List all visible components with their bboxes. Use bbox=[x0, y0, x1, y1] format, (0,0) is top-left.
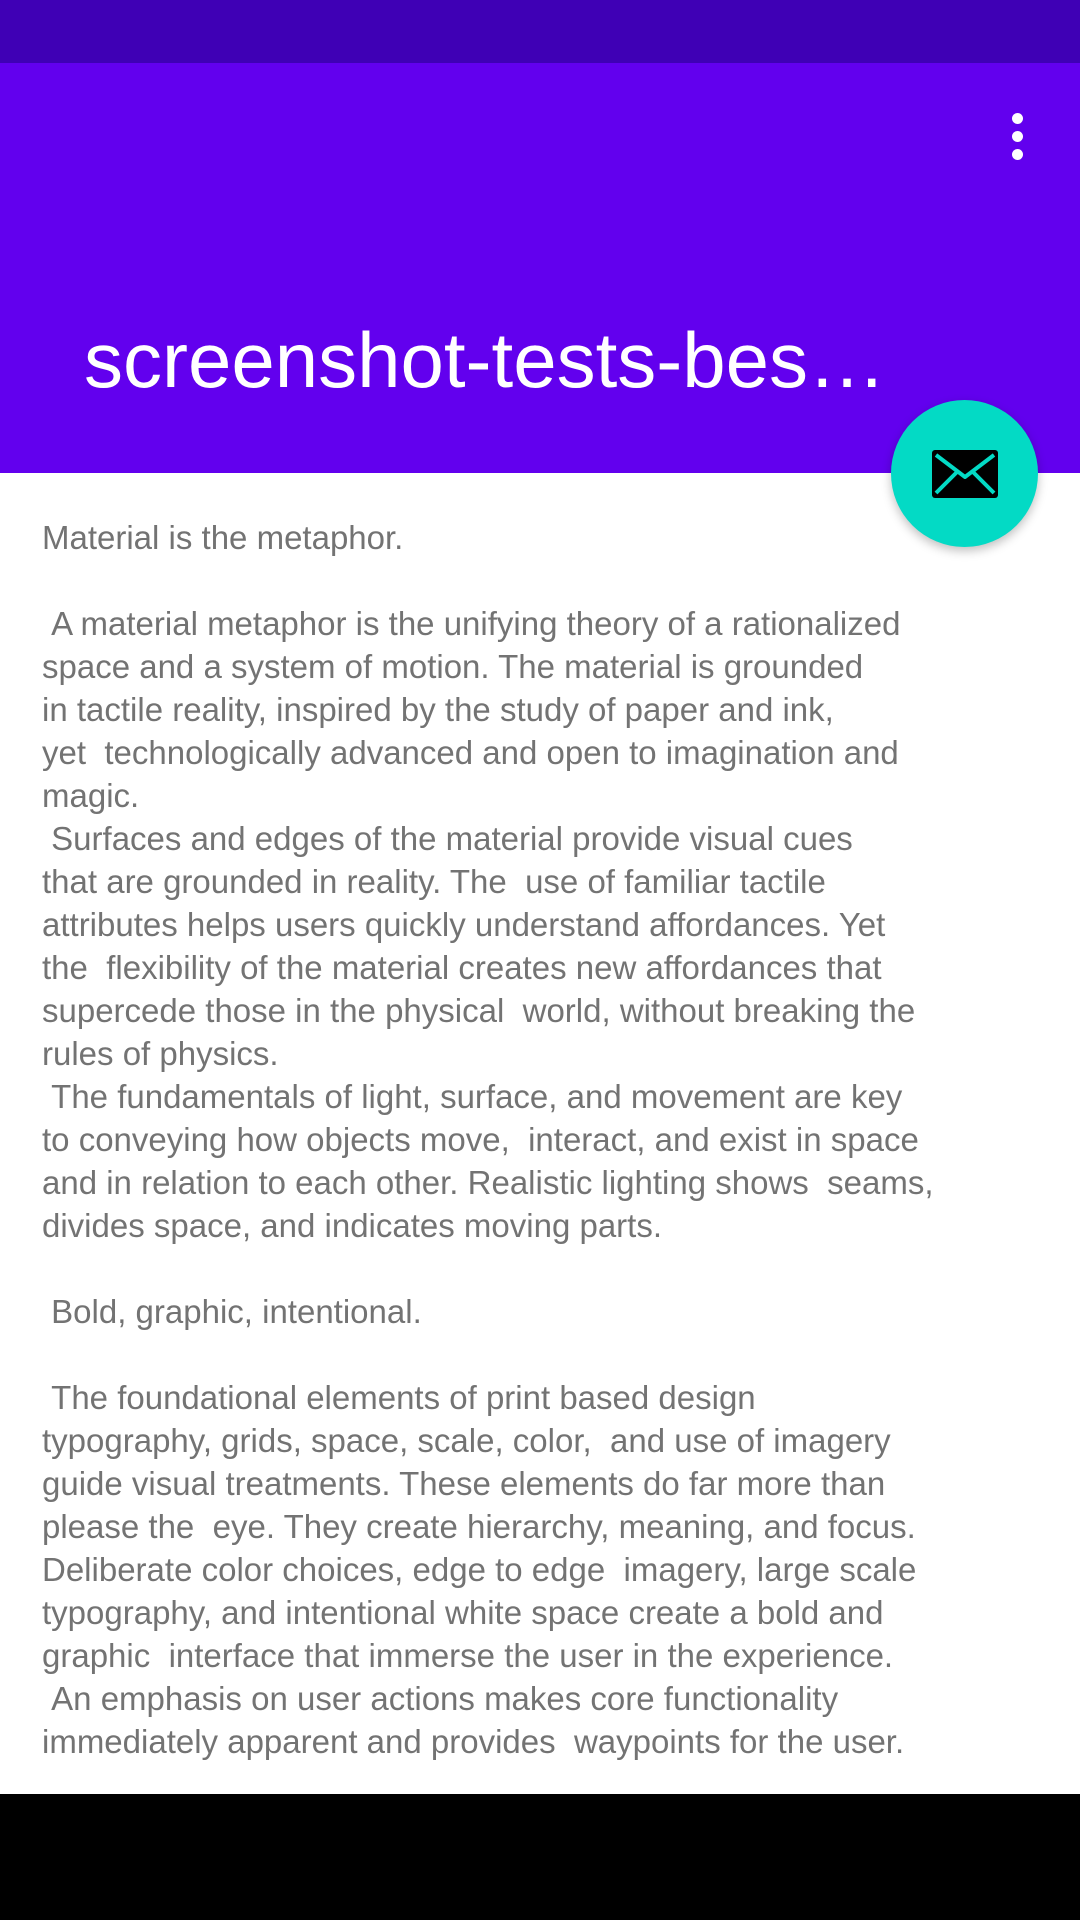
status-bar bbox=[0, 0, 1080, 63]
email-icon bbox=[931, 449, 998, 498]
app-bar-title: screenshot-tests-bes… bbox=[84, 316, 886, 404]
body-text: Material is the metaphor. A material met… bbox=[42, 519, 934, 1760]
overflow-menu-button[interactable] bbox=[954, 63, 1080, 210]
more-vert-icon bbox=[1011, 113, 1023, 160]
navigation-bar bbox=[0, 1794, 1080, 1920]
